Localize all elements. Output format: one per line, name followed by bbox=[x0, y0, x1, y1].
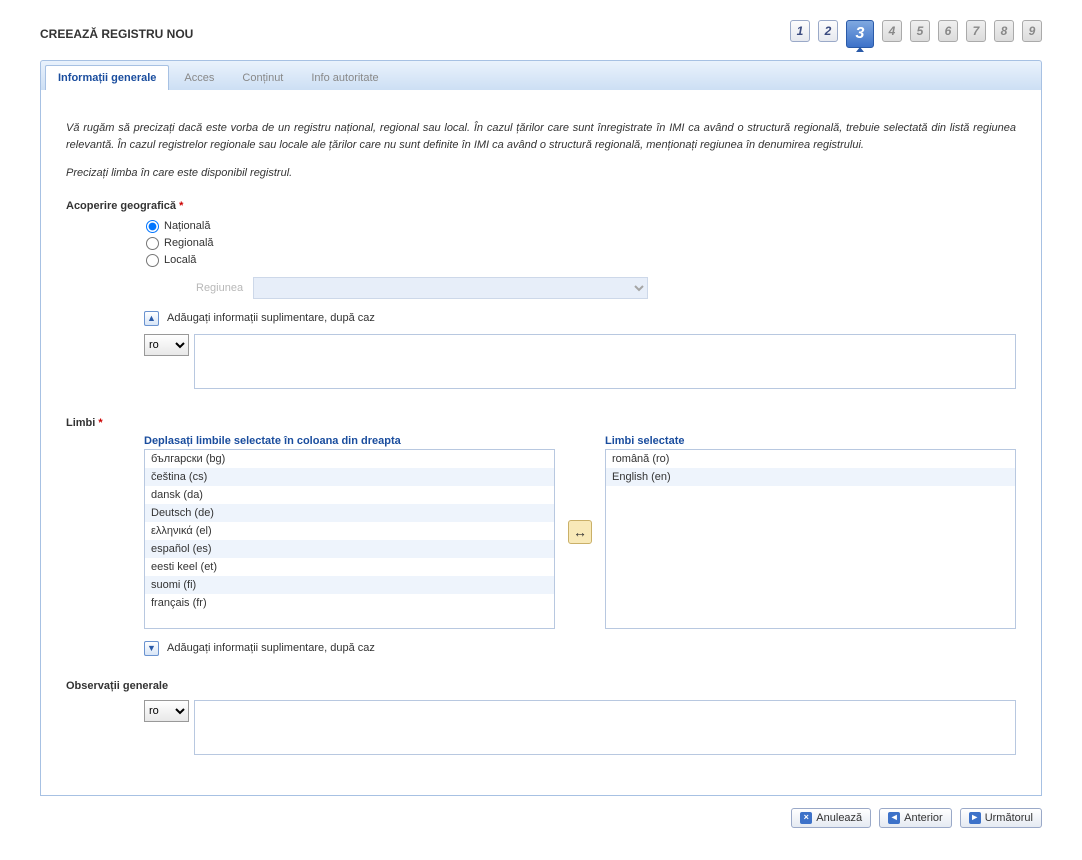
available-language-item[interactable]: eesti keel (et) bbox=[145, 558, 554, 576]
coverage-regional-radio[interactable] bbox=[146, 237, 159, 250]
step-4: 4 bbox=[882, 20, 902, 42]
coverage-national-radio[interactable] bbox=[146, 220, 159, 233]
coverage-local-row[interactable]: Locală bbox=[146, 252, 1016, 269]
available-language-item[interactable]: čeština (cs) bbox=[145, 468, 554, 486]
previous-button-label: Anterior bbox=[904, 812, 943, 824]
additional-info-toggle-label-2: Adăugați informații suplimentare, după c… bbox=[167, 642, 375, 654]
additional-info-toggle-label: Adăugați informații suplimentare, după c… bbox=[167, 312, 375, 324]
coverage-national-label: Națională bbox=[164, 220, 210, 232]
intro-text-2: Precizați limba în care este disponibil … bbox=[66, 165, 1016, 182]
collapse-icon[interactable]: ▲ bbox=[144, 311, 159, 326]
step-8: 8 bbox=[994, 20, 1014, 42]
additional-info-textarea[interactable] bbox=[194, 334, 1016, 389]
tab-0[interactable]: Informații generale bbox=[45, 65, 169, 90]
info-lang-select[interactable]: ro bbox=[144, 334, 189, 356]
close-icon: × bbox=[800, 812, 812, 824]
step-3[interactable]: 3 bbox=[846, 20, 874, 48]
arrow-left-icon: ◄ bbox=[888, 812, 900, 824]
available-language-item[interactable]: ελληνικά (el) bbox=[145, 522, 554, 540]
expand-icon[interactable]: ▼ bbox=[144, 641, 159, 656]
step-9: 9 bbox=[1022, 20, 1042, 42]
selected-languages-title: Limbi selectate bbox=[605, 435, 1016, 447]
step-1[interactable]: 1 bbox=[790, 20, 810, 42]
next-button[interactable]: ► Următorul bbox=[960, 808, 1042, 828]
cancel-button-label: Anulează bbox=[816, 812, 862, 824]
cancel-button[interactable]: × Anulează bbox=[791, 808, 871, 828]
available-language-item[interactable]: suomi (fi) bbox=[145, 576, 554, 594]
previous-button[interactable]: ◄ Anterior bbox=[879, 808, 952, 828]
available-language-item[interactable]: български (bg) bbox=[145, 450, 554, 468]
available-languages-list[interactable]: български (bg)čeština (cs)dansk (da)Deut… bbox=[144, 449, 555, 629]
observations-textarea[interactable] bbox=[194, 700, 1016, 755]
available-language-item[interactable]: español (es) bbox=[145, 540, 554, 558]
drag-move-icon: ↔ bbox=[568, 520, 592, 544]
coverage-local-radio[interactable] bbox=[146, 254, 159, 267]
coverage-national-row[interactable]: Națională bbox=[146, 218, 1016, 235]
observations-label: Observații generale bbox=[66, 680, 168, 692]
coverage-local-label: Locală bbox=[164, 254, 196, 266]
intro-text-1: Vă rugăm să precizați dacă este vorba de… bbox=[66, 120, 1016, 153]
coverage-label: Acoperire geografică bbox=[66, 200, 176, 212]
available-language-item[interactable]: français (fr) bbox=[145, 594, 554, 612]
required-marker: * bbox=[179, 200, 183, 212]
arrow-right-icon: ► bbox=[969, 812, 981, 824]
selected-languages-list[interactable]: română (ro)English (en) bbox=[605, 449, 1016, 629]
tab-bar: Informații generaleAccesConținutInfo aut… bbox=[40, 60, 1042, 90]
selected-language-item[interactable]: română (ro) bbox=[606, 450, 1015, 468]
step-7: 7 bbox=[966, 20, 986, 42]
available-language-item[interactable]: dansk (da) bbox=[145, 486, 554, 504]
coverage-regional-label: Regională bbox=[164, 237, 214, 249]
tab-3[interactable]: Info autoritate bbox=[298, 65, 391, 90]
selected-language-item[interactable]: English (en) bbox=[606, 468, 1015, 486]
region-label: Regiunea bbox=[196, 282, 243, 294]
step-2[interactable]: 2 bbox=[818, 20, 838, 42]
wizard-steps: 123456789 bbox=[790, 20, 1042, 48]
page-title: CREEAZĂ REGISTRU NOU bbox=[40, 27, 193, 41]
tab-2[interactable]: Conținut bbox=[229, 65, 296, 90]
tab-1[interactable]: Acces bbox=[171, 65, 227, 90]
step-5: 5 bbox=[910, 20, 930, 42]
coverage-regional-row[interactable]: Regională bbox=[146, 235, 1016, 252]
next-button-label: Următorul bbox=[985, 812, 1033, 824]
languages-label: Limbi bbox=[66, 417, 95, 429]
step-6: 6 bbox=[938, 20, 958, 42]
observations-lang-select[interactable]: ro bbox=[144, 700, 189, 722]
region-select[interactable] bbox=[253, 277, 648, 299]
available-languages-title: Deplasați limbile selectate în coloana d… bbox=[144, 435, 555, 447]
required-marker: * bbox=[98, 417, 102, 429]
tab-content: Vă rugăm să precizați dacă este vorba de… bbox=[40, 90, 1042, 796]
available-language-item[interactable]: Deutsch (de) bbox=[145, 504, 554, 522]
